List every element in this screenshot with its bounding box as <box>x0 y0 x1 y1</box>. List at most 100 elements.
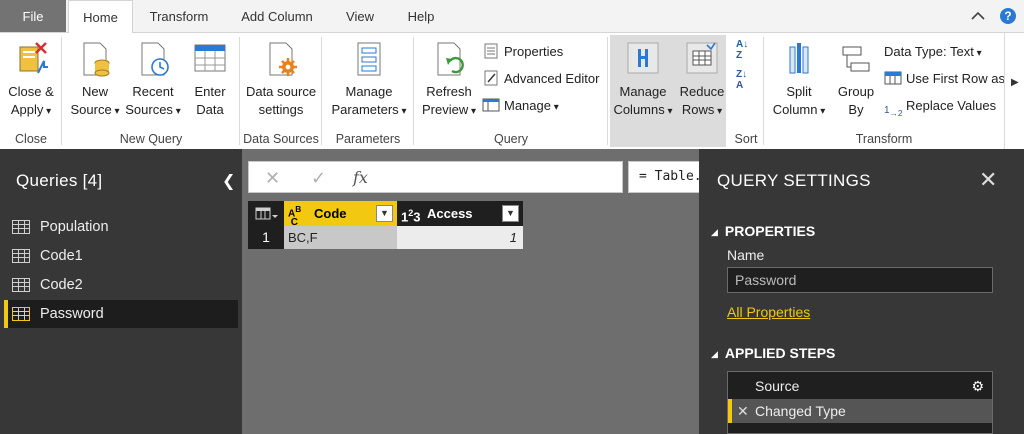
data-source-settings-button[interactable]: Data source settings <box>244 39 318 119</box>
new-source-icon <box>83 42 110 77</box>
column-filter-button[interactable]: ▼ <box>376 205 393 222</box>
column-filter-button[interactable]: ▼ <box>502 205 519 222</box>
recent-sources-icon <box>141 42 169 76</box>
query-item-label: Population <box>40 219 109 235</box>
data-source-settings-label-1: Data source <box>245 84 317 99</box>
queries-pane-title: Queries [4] <box>16 171 103 190</box>
table-menu-icon <box>255 207 278 220</box>
query-item-password[interactable]: Password <box>4 300 238 328</box>
query-item-population[interactable]: Population <box>4 213 238 241</box>
manage-columns-button[interactable]: Manage Columns <box>612 39 674 121</box>
split-column-icon <box>789 43 809 74</box>
refresh-preview-button[interactable]: Refresh Preview <box>420 39 478 121</box>
use-first-row-button[interactable]: Use First Row as H <box>884 68 1018 90</box>
group-query: Refresh Preview Properties Advanced Edit… <box>414 33 608 150</box>
column-header-access[interactable]: 123 Access ▼ <box>397 201 523 226</box>
delete-step-icon[interactable]: ✕ <box>737 399 749 423</box>
query-settings-pane: QUERY SETTINGS ✕ PROPERTIES Name Passwor… <box>699 149 1024 434</box>
sort-descending-button[interactable]: Z↓ A <box>736 69 758 93</box>
tab-help[interactable]: Help <box>396 0 446 32</box>
group-query-label: Query <box>493 132 529 146</box>
collapse-pane-icon[interactable]: ❮ <box>222 171 235 191</box>
enter-data-icon <box>194 44 226 72</box>
enter-data-button[interactable]: Enter Data <box>184 39 236 119</box>
name-label: Name <box>727 247 765 263</box>
tab-add-column[interactable]: Add Column <box>232 0 322 32</box>
sort-ascending-button[interactable]: A↓ Z <box>736 39 758 63</box>
table-cell[interactable]: 1 <box>397 226 523 249</box>
collapse-ribbon-icon[interactable] <box>970 8 986 24</box>
column-header-code[interactable]: AB C Code ▼ <box>284 201 397 228</box>
text-type-icon[interactable]: AB C <box>288 205 301 228</box>
table-cell[interactable]: BC,F <box>284 226 397 249</box>
group-new-query: New Source Recent Sources Enter Data New… <box>62 33 240 150</box>
split-column-label-1: Split <box>786 84 812 99</box>
tab-transform[interactable]: Transform <box>138 0 220 32</box>
use-first-row-label: Use First Row as H <box>906 71 1018 86</box>
data-type-dropdown[interactable]: Data Type: Text <box>884 41 982 63</box>
split-column-button[interactable]: Split Column <box>768 39 830 121</box>
table-menu-button[interactable] <box>248 201 284 226</box>
manage-parameters-label-2: Parameters <box>328 101 410 121</box>
fx-icon[interactable]: fx <box>353 168 368 187</box>
table-icon <box>12 278 30 292</box>
group-transform: Split Column Group By Data Type: Text Us… <box>764 33 1018 150</box>
group-close-label: Close <box>15 132 47 146</box>
reduce-rows-icon <box>686 42 718 74</box>
group-parameters-label: Parameters <box>335 132 401 146</box>
applied-steps-heading[interactable]: APPLIED STEPS <box>711 345 835 361</box>
query-item-label: Password <box>40 306 104 322</box>
group-by-icon <box>842 46 870 72</box>
table-icon <box>12 220 30 234</box>
tab-home[interactable]: Home <box>68 0 133 33</box>
group-transform-label: Transform <box>855 132 913 146</box>
tab-view[interactable]: View <box>334 0 386 32</box>
manage-button[interactable]: Manage <box>482 95 559 117</box>
advanced-editor-icon <box>484 70 498 86</box>
queries-pane: Queries [4] ❮ Population Code1 Code2 Pas… <box>0 149 242 434</box>
query-item-label: Code2 <box>40 277 83 293</box>
enter-data-label-2: Data <box>196 102 224 117</box>
group-by-button[interactable]: Group By <box>832 39 880 119</box>
query-name-field[interactable]: Password <box>727 267 993 293</box>
query-item-code1[interactable]: Code1 <box>4 242 238 270</box>
group-by-label-2: By <box>848 102 864 117</box>
group-data-sources: Data source settings Data Sources <box>240 33 322 150</box>
reduce-rows-button[interactable]: Reduce Rows <box>676 39 728 121</box>
enter-data-label-1: Enter <box>194 84 226 99</box>
ribbon-scroll[interactable]: ▶ <box>1004 33 1024 150</box>
manage-parameters-label-1: Manage <box>345 84 393 99</box>
step-changed-type[interactable]: ✕ Changed Type <box>728 399 992 423</box>
recent-sources-button[interactable]: Recent Sources <box>124 39 182 121</box>
recent-sources-label-2: Sources <box>124 101 182 121</box>
close-icon[interactable]: ✕ <box>979 167 997 193</box>
replace-values-button[interactable]: 1→2 Replace Values <box>884 95 996 118</box>
advanced-editor-button[interactable]: Advanced Editor <box>482 68 599 90</box>
manage-parameters-button[interactable]: Manage Parameters <box>328 39 410 121</box>
column-header-label: Access <box>427 206 473 221</box>
formula-bar-buttons: ✕ ✓ fx <box>248 161 623 193</box>
properties-button[interactable]: Properties <box>482 41 563 63</box>
manage-icon <box>482 98 500 112</box>
tab-file[interactable]: File <box>0 0 66 32</box>
data-source-settings-icon <box>269 42 297 76</box>
help-icon[interactable]: ? <box>1000 8 1016 24</box>
close-apply-button[interactable]: Close & Apply <box>4 39 58 121</box>
reduce-rows-label-1: Reduce <box>679 84 725 99</box>
number-type-icon[interactable]: 123 <box>401 205 420 225</box>
sort-ascending-icon: A↓ Z <box>736 39 749 61</box>
query-item-code2[interactable]: Code2 <box>4 271 238 299</box>
all-properties-link[interactable]: All Properties <box>727 304 810 320</box>
properties-heading[interactable]: PROPERTIES <box>711 223 815 239</box>
split-column-label-2: Column <box>768 101 830 121</box>
manage-parameters-icon <box>357 42 381 76</box>
ribbon-scroll-right-icon: ▶ <box>1011 77 1019 88</box>
data-preview-area: ✕ ✓ fx = Table.TransformColumnTypes ⌄ AB… <box>242 149 934 434</box>
step-source[interactable]: Source ⚙ <box>728 374 992 398</box>
commit-icon[interactable]: ✓ <box>311 168 326 189</box>
data-type-label: Data Type: Text <box>884 44 982 59</box>
new-source-button[interactable]: New Source <box>68 39 122 121</box>
gear-icon[interactable]: ⚙ <box>971 374 984 398</box>
cancel-icon[interactable]: ✕ <box>265 168 280 189</box>
reduce-rows-label-2: Rows <box>676 101 728 121</box>
